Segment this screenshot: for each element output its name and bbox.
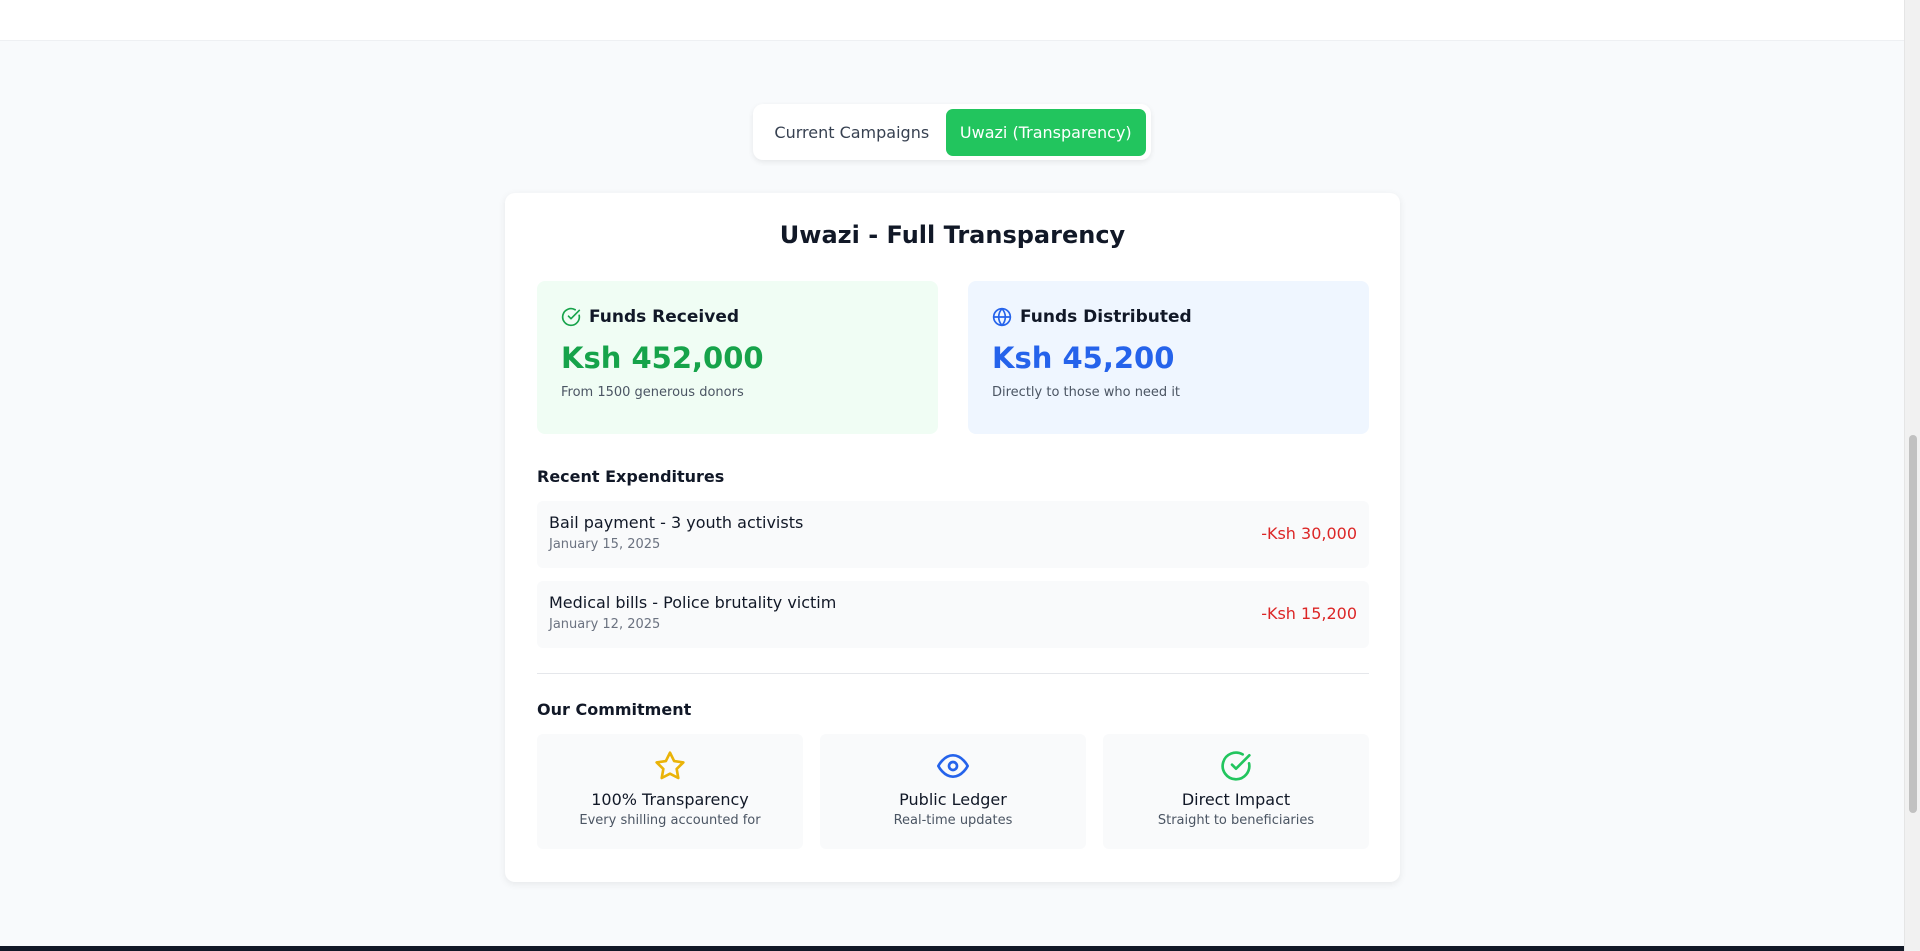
footer-bar [0, 946, 1904, 951]
star-icon [655, 751, 685, 780]
funds-distributed-card: Funds Distributed Ksh 45,200 Directly to… [968, 281, 1369, 434]
page-title: Uwazi - Full Transparency [779, 221, 1126, 249]
commitment-title: Direct Impact [1181, 790, 1291, 809]
expenditure-description: Bail payment - 3 youth activists [549, 513, 804, 532]
commitment-title: Public Ledger [899, 790, 1007, 809]
top-header-bar [0, 0, 1904, 41]
tab-transparency[interactable]: Uwazi (Transparency) [945, 108, 1146, 156]
tab-current-campaigns[interactable]: Current Campaigns [758, 109, 946, 156]
expenditure-description: Medical bills - Police brutality victim [549, 593, 837, 612]
funds-distributed-amount: Ksh 45,200 [992, 341, 1175, 375]
funds-received-label: Funds Received [589, 307, 740, 327]
eye-icon [937, 754, 969, 778]
commitment-subtitle: Straight to beneficiaries [1157, 813, 1315, 828]
globe-icon [992, 307, 1012, 327]
commitment-title: 100% Transparency [591, 790, 749, 809]
commitment-item-public-ledger: Public Ledger Real-time updates [820, 734, 1086, 849]
expenditure-amount: -Ksh 30,000 [1261, 524, 1357, 543]
commitment-subtitle: Every shilling accounted for [579, 813, 761, 828]
check-circle-icon [561, 307, 581, 327]
scrollbar-thumb[interactable] [1909, 435, 1917, 813]
section-divider [537, 673, 1369, 674]
transparency-card: Uwazi - Full Transparency Funds Received… [505, 193, 1400, 882]
expenditure-date: January 12, 2025 [549, 617, 661, 632]
commitment-item-direct-impact: Direct Impact Straight to beneficiaries [1103, 734, 1369, 849]
expenditure-row: Bail payment - 3 youth activists January… [537, 501, 1369, 568]
commitment-item-transparency: 100% Transparency Every shilling account… [537, 734, 803, 849]
expenditure-date: January 15, 2025 [549, 537, 661, 552]
tab-switcher: Current Campaigns Uwazi (Transparency) [753, 104, 1151, 160]
funds-received-subtitle: From 1500 generous donors [561, 385, 744, 400]
funds-distributed-subtitle: Directly to those who need it [992, 385, 1181, 400]
expenditure-row: Medical bills - Police brutality victim … [537, 581, 1369, 648]
commitment-heading: Our Commitment [537, 700, 692, 719]
expenditure-amount: -Ksh 15,200 [1261, 604, 1357, 623]
commitment-subtitle: Real-time updates [893, 813, 1013, 828]
check-circle-icon [1221, 751, 1251, 781]
funds-received-amount: Ksh 452,000 [561, 341, 764, 375]
recent-expenditures-heading: Recent Expenditures [537, 467, 725, 486]
funds-received-card: Funds Received Ksh 452,000 From 1500 gen… [537, 281, 938, 434]
funds-distributed-label: Funds Distributed [1020, 307, 1192, 327]
vertical-scrollbar[interactable] [1904, 0, 1920, 951]
